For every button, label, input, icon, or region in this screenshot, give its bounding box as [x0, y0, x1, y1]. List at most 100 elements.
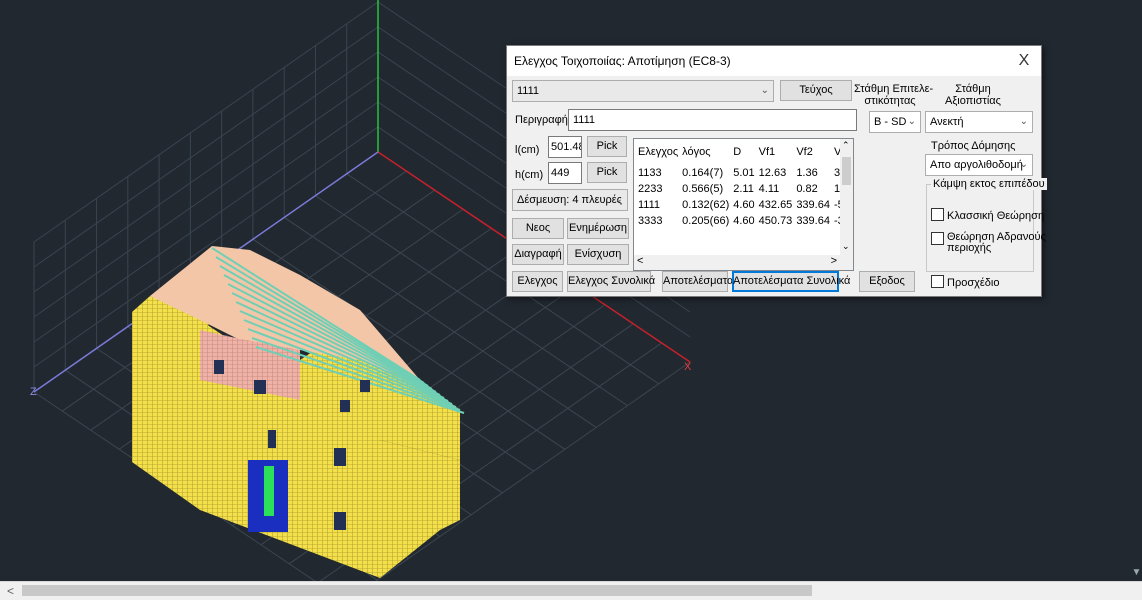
signs-checkbox[interactable]: Προσχέδιο — [931, 275, 999, 289]
scroll-up-icon[interactable]: ⌃ — [842, 140, 850, 151]
performance-level-label: Στάθμη Επιτελε- στικότητας — [854, 83, 934, 107]
results-table-body: Ελεγχος λόγος D Vf1 Vf2 Ved 1133 0.164(7)… — [634, 139, 853, 229]
check-button[interactable]: Ελεγχος — [512, 271, 563, 292]
table-row[interactable]: 11110.132(62)4.60432.65339.64-536 — [634, 197, 853, 213]
scroll-down-icon[interactable]: ⌄ — [842, 241, 850, 252]
col-header-ratio: λόγος — [682, 146, 711, 158]
masonry-building-model[interactable] — [132, 246, 465, 578]
col-header-vf1: Vf1 — [758, 146, 776, 158]
scroll-left-icon[interactable]: < — [637, 255, 643, 267]
rigid-view-checkbox[interactable]: Θεώρηση Αδρανούς περιοχής — [931, 232, 1046, 254]
performance-level-select[interactable]: B - SD ⌄ — [869, 111, 921, 133]
table-vertical-scrollbar[interactable]: ⌃ ⌄ — [840, 139, 853, 256]
cell: 0.205(66) — [682, 215, 730, 227]
x-axis-label: X — [684, 361, 692, 373]
check-total-button[interactable]: Ελεγχος Συνολικά — [567, 271, 655, 292]
cell: 450.73 — [758, 215, 793, 227]
cell: 0.132(62) — [682, 199, 730, 211]
classic-view-checkbox[interactable]: Κλασσική Θεώρηση — [931, 208, 1044, 222]
chevron-down-icon: ⌄ — [614, 194, 623, 205]
dialog-titlebar[interactable]: Ελεγχος Τοιχοποιίας: Αποτίμηση (EC8-3) X — [507, 46, 1041, 76]
results-button[interactable]: Αποτελέσματα — [662, 271, 733, 292]
close-icon[interactable]: X — [1013, 50, 1035, 72]
cell: 339.64 — [796, 199, 830, 211]
h-label: h(cm) — [515, 169, 544, 181]
classic-view-label: Κλασσική Θεώρηση — [947, 210, 1045, 222]
cell: 0.82 — [796, 183, 818, 195]
cell: 4.60 — [733, 215, 755, 227]
checkbox-box[interactable] — [931, 208, 944, 221]
horizontal-scrollbar[interactable]: < — [0, 581, 1142, 600]
vscroll-down-arrow[interactable]: ▼ — [1131, 566, 1142, 580]
results-table[interactable]: Ελεγχος λόγος D Vf1 Vf2 Ved 1133 0.164(7)… — [633, 138, 854, 271]
bending-group — [926, 184, 1034, 272]
table-row[interactable]: 22330.566(5)2.114.110.82143. — [634, 181, 853, 197]
l-input[interactable]: 501.48 — [548, 136, 582, 158]
cell: 1111 — [638, 199, 661, 211]
dialog-title: Ελεγχος Τοιχοποιίας: Αποτίμηση (EC8-3) — [514, 54, 731, 68]
pick-l-button[interactable]: Pick — [587, 136, 627, 157]
tefxos-button[interactable]: Τεύχος — [780, 80, 852, 101]
cell: 5.01 — [733, 167, 755, 179]
exit-button[interactable]: Εξοδος — [859, 271, 915, 292]
reliability-level-select[interactable]: Ανεκτή ⌄ — [925, 111, 1033, 133]
cell: 2233 — [638, 183, 663, 195]
cell: 2.11 — [733, 183, 754, 195]
rigid-view-label: Θεώρηση Αδρανούς περιοχής — [947, 231, 1046, 254]
bending-group-label: Κάμψη εκτος επιπέδου — [931, 178, 1047, 190]
l-label: l(cm) — [515, 144, 540, 156]
cell: 3333 — [638, 215, 663, 227]
reliability-level-value: Ανεκτή — [930, 116, 964, 128]
grid-line — [33, 26, 379, 268]
cell: 432.65 — [758, 199, 793, 211]
description-label: Περιγραφή — [515, 114, 568, 126]
cell: 339.64 — [796, 215, 830, 227]
door-frame — [264, 466, 274, 516]
cell: 4.60 — [733, 199, 755, 211]
cell: 1.36 — [796, 167, 818, 179]
construction-label: Τρόπος Δόμησης — [931, 140, 1016, 152]
update-button[interactable]: Ενημέρωση — [567, 218, 629, 239]
cell: 4.11 — [758, 183, 780, 195]
scroll-left-icon[interactable]: < — [2, 582, 19, 600]
reliability-level-label: Στάθμη Αξιοπιστίας — [945, 83, 1001, 107]
cell: 0.566(5) — [682, 183, 724, 195]
col-header-check: Ελεγχος — [638, 146, 679, 158]
construction-select[interactable]: Απο αργολιθοδομή ⌄ — [925, 154, 1033, 176]
reinforce-button[interactable]: Ενίσχυση — [567, 244, 629, 265]
table-scroll-thumb[interactable] — [842, 157, 851, 185]
col-header-d: D — [733, 146, 742, 158]
grid-line — [33, 1, 379, 243]
cell: 1133 — [638, 167, 662, 179]
binding-select-value: Δέσμευση: 4 πλευρές — [517, 194, 622, 206]
table-row[interactable]: 11330.164(7)5.0112.631.36331. — [634, 165, 853, 181]
new-button[interactable]: Νεος — [512, 218, 564, 239]
masonry-check-dialog: Ελεγχος Τοιχοποιίας: Αποτίμηση (EC8-3) X… — [506, 45, 1047, 297]
chevron-down-icon: ⌄ — [1019, 159, 1028, 170]
h-input[interactable]: 449 — [548, 162, 582, 184]
construction-value: Απο αργολιθοδομή — [930, 159, 1023, 171]
scroll-thumb[interactable] — [22, 585, 812, 596]
chevron-down-icon: ⌄ — [907, 116, 916, 127]
pick-h-button[interactable]: Pick — [587, 162, 627, 183]
table-header-row: Ελεγχος λόγος D Vf1 Vf2 Ved — [634, 139, 853, 165]
wall-select[interactable]: 1111 ⌄ — [512, 80, 774, 102]
z-axis-label: Z — [30, 386, 37, 398]
checkbox-box[interactable] — [931, 232, 944, 245]
wall-select-value: 1111 — [517, 85, 540, 97]
cell: 0.164(7) — [682, 167, 724, 179]
checkbox-box[interactable] — [931, 275, 944, 288]
chevron-down-icon: ⌄ — [760, 85, 769, 96]
signs-label: Προσχέδιο — [947, 277, 1000, 289]
cell: 12.63 — [758, 167, 787, 179]
table-row[interactable]: 33330.205(66)4.60450.73339.64-396 — [634, 213, 853, 229]
description-input[interactable]: 1111 — [568, 109, 857, 131]
results-total-button[interactable]: Αποτελέσματα Συνολικά — [732, 271, 850, 292]
table-horizontal-scrollbar[interactable]: < > — [634, 255, 853, 270]
performance-level-value: B - SD — [874, 116, 907, 128]
delete-button[interactable]: Διαγραφή — [512, 244, 564, 265]
col-header-vf2: Vf2 — [796, 146, 813, 158]
chevron-down-icon: ⌄ — [1019, 116, 1028, 127]
scroll-right-icon[interactable]: > — [831, 255, 837, 267]
binding-select[interactable]: Δέσμευση: 4 πλευρές ⌄ — [512, 189, 628, 211]
